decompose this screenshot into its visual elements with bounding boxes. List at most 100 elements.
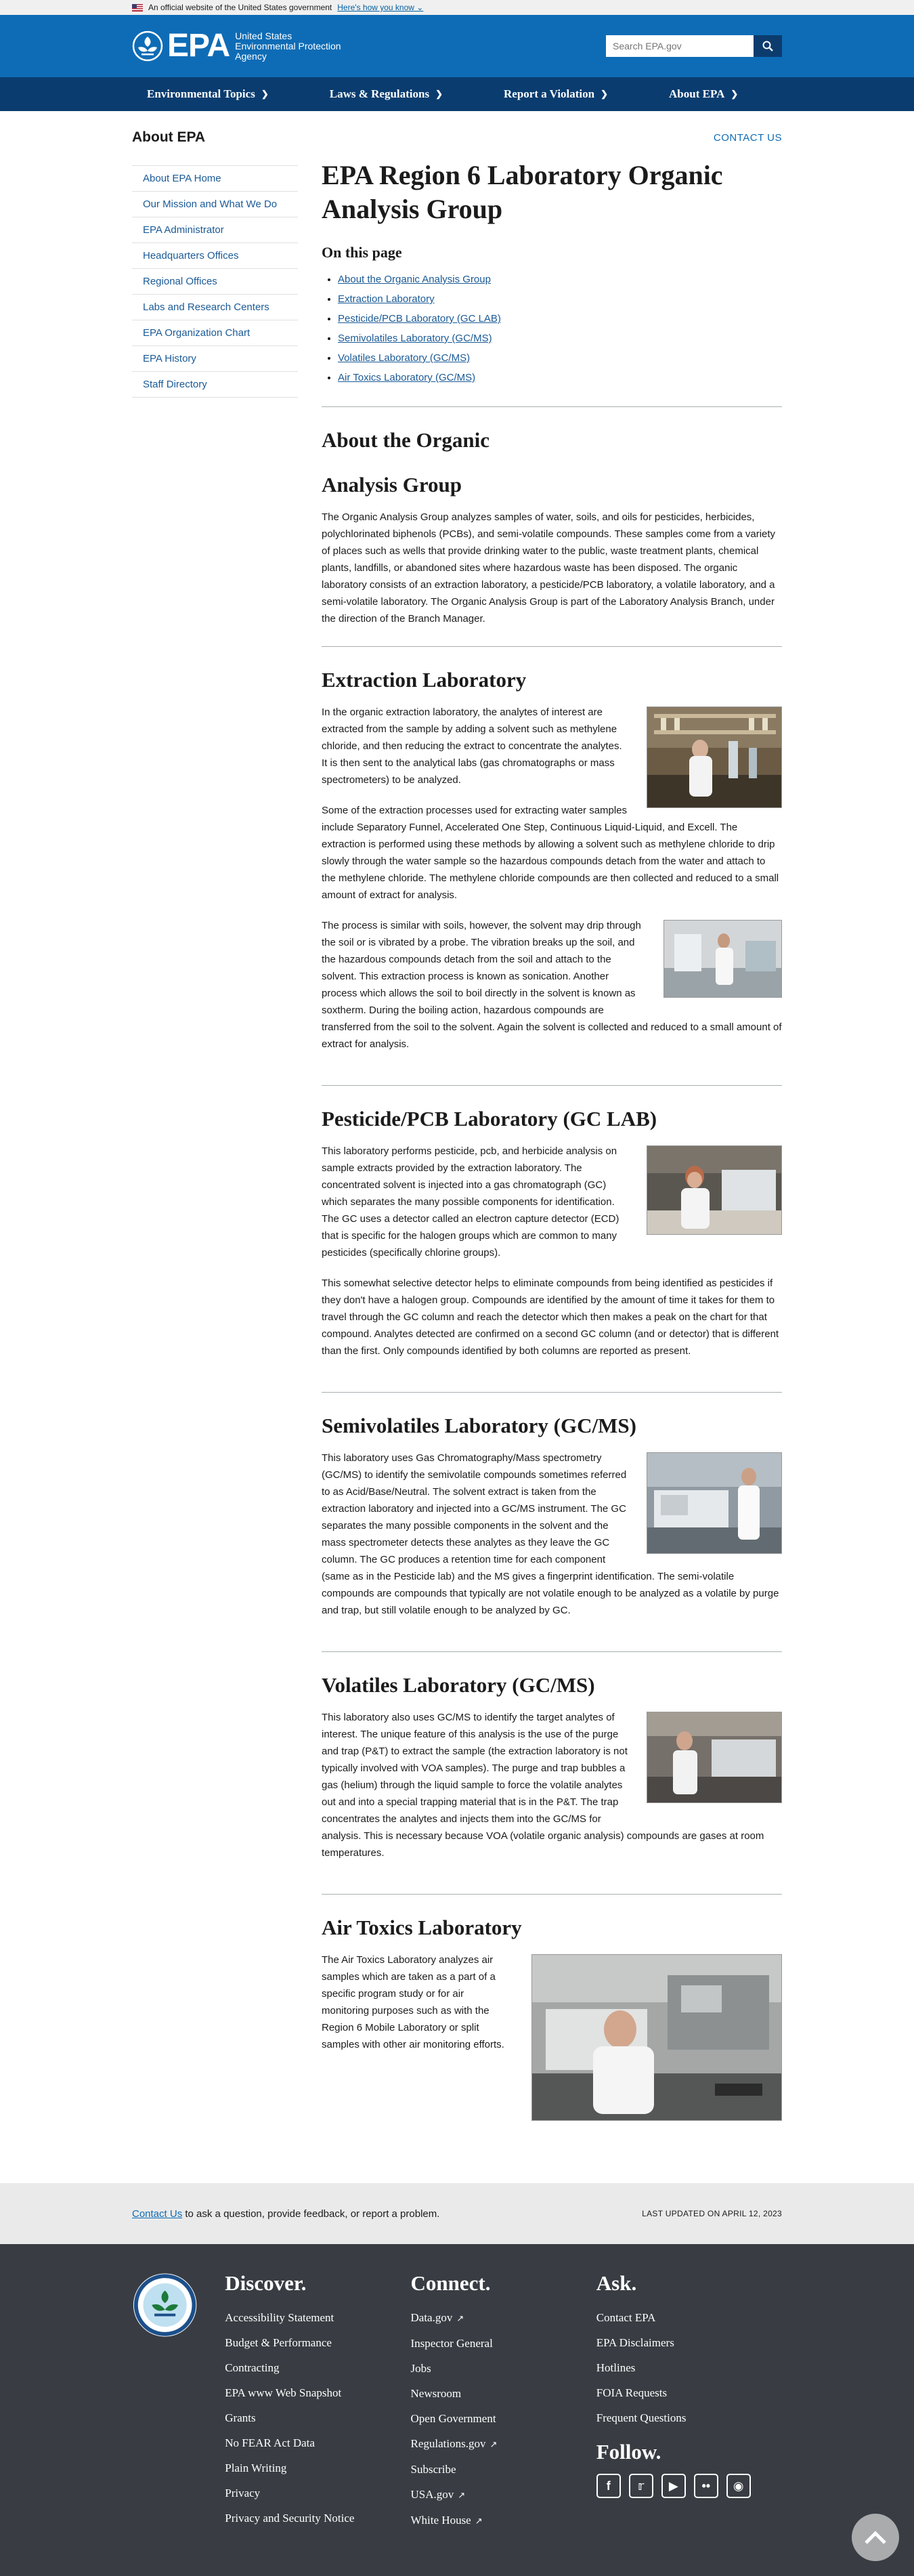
air-toxics-heading: Air Toxics Laboratory [322, 1916, 522, 1939]
toc-link-semivolatiles[interactable]: Semivolatiles Laboratory (GC/MS) [338, 333, 492, 344]
sidebar-item-administrator[interactable]: EPA Administrator [132, 217, 298, 243]
footer-link-regulations-gov[interactable]: Regulations.gov ↗ [411, 2431, 596, 2457]
youtube-icon[interactable]: ▶ [661, 2474, 686, 2498]
toc-link-about[interactable]: About the Organic Analysis Group [338, 274, 491, 285]
page-title: EPA Region 6 Laboratory Organic Analysis… [322, 160, 723, 224]
sidebar-item-staff-directory[interactable]: Staff Directory [132, 372, 298, 398]
epa-seal-icon[interactable] [132, 2271, 198, 2339]
divider [322, 1085, 782, 1086]
sidebar-item-headquarters[interactable]: Headquarters Offices [132, 243, 298, 269]
on-this-page-list: About the Organic Analysis Group Extract… [322, 270, 782, 387]
divider [322, 1651, 782, 1652]
nav-report-violation[interactable]: Report a Violation ❯ [489, 87, 623, 101]
divider [322, 1392, 782, 1393]
footer-link-no-fear[interactable]: No FEAR Act Data [225, 2430, 410, 2455]
divider [322, 646, 782, 647]
section-air-toxics: Air Toxics Laboratory The Air Toxics Lab… [322, 1915, 782, 2129]
site-footer: Discover. Accessibility Statement Budget… [0, 2244, 914, 2576]
search-button[interactable] [754, 35, 782, 57]
sidebar-item-labs[interactable]: Labs and Research Centers [132, 295, 298, 320]
search-input[interactable] [606, 35, 754, 57]
toc-link-air-toxics[interactable]: Air Toxics Laboratory (GC/MS) [338, 372, 475, 383]
footer-link-open-government[interactable]: Open Government [411, 2406, 596, 2431]
heres-how-you-know-link[interactable]: Here's how you know ⌄ [337, 3, 423, 12]
footer-link-grants[interactable]: Grants [225, 2405, 410, 2430]
back-to-top-button[interactable] [852, 2514, 899, 2561]
footer-link-contact-epa[interactable]: Contact EPA [596, 2305, 782, 2330]
footer-link-contracting[interactable]: Contracting [225, 2355, 410, 2380]
epa-wordmark: EPA [167, 28, 230, 64]
footer-link-newsroom[interactable]: Newsroom [411, 2381, 596, 2406]
footer-link-disclaimers[interactable]: EPA Disclaimers [596, 2330, 782, 2355]
flickr-icon[interactable]: •• [693, 2474, 718, 2498]
footer-link-privacy[interactable]: Privacy [225, 2480, 410, 2506]
footer-link-data-gov[interactable]: Data.gov ↗ [411, 2305, 596, 2331]
footer-link-white-house[interactable]: White House ↗ [411, 2508, 596, 2533]
nav-about-epa[interactable]: About EPA ❯ [654, 87, 753, 101]
footer-contact-us-link[interactable]: Contact Us [132, 2208, 182, 2220]
contact-us-link[interactable]: CONTACT US [714, 132, 782, 144]
footer-link-budget[interactable]: Budget & Performance [225, 2330, 410, 2355]
footer-link-foia[interactable]: FOIA Requests [596, 2380, 782, 2405]
site-header: EPA United States Environmental Protecti… [0, 15, 914, 77]
chevron-down-icon: ❯ [731, 89, 739, 99]
nav-environmental-topics[interactable]: Environmental Topics ❯ [132, 87, 284, 101]
nav-laws-regulations[interactable]: Laws & Regulations ❯ [315, 87, 458, 101]
footer-link-plain-writing[interactable]: Plain Writing [225, 2455, 410, 2480]
footer-connect-heading: Connect. [410, 2271, 491, 2295]
sidebar-item-regional-offices[interactable]: Regional Offices [132, 269, 298, 295]
footer-link-subscribe[interactable]: Subscribe [411, 2457, 596, 2482]
footer-connect: Connect. Data.gov ↗ Inspector General Job… [411, 2271, 596, 2533]
about-heading-line2: Analysis Group [322, 473, 462, 497]
toc-link-extraction[interactable]: Extraction Laboratory [338, 293, 435, 305]
footer-link-jobs[interactable]: Jobs [411, 2356, 596, 2381]
section-volatiles: Volatiles Laboratory (GC/MS) This labora… [322, 1672, 782, 1875]
instagram-icon[interactable]: ◉ [726, 2474, 751, 2498]
pesticide-heading: Pesticide/PCB Laboratory (GC LAB) [322, 1107, 657, 1131]
footer-link-faq[interactable]: Frequent Questions [596, 2405, 782, 2430]
twitter-icon[interactable]: 𝕣 [628, 2474, 653, 2498]
epa-logo[interactable]: EPA United States Environmental Protecti… [132, 30, 341, 62]
external-link-icon: ↗ [458, 2490, 466, 2500]
footer-link-web-snapshot[interactable]: EPA www Web Snapshot [225, 2380, 410, 2405]
chevron-down-icon: ❯ [435, 89, 443, 99]
footer-ask: Ask. Contact EPA EPA Disclaimers Hotline… [596, 2271, 782, 2533]
footer-link-hotlines[interactable]: Hotlines [596, 2355, 782, 2380]
extraction-lab-photo [647, 706, 782, 808]
us-flag-icon [132, 3, 143, 12]
footer-ask-heading: Ask. [596, 2271, 637, 2295]
about-paragraph: The Organic Analysis Group analyzes samp… [322, 511, 776, 625]
main-content: EPA Region 6 Laboratory Organic Analysis… [322, 159, 782, 2129]
toc-link-volatiles[interactable]: Volatiles Laboratory (GC/MS) [338, 352, 470, 364]
chevron-down-icon: ❯ [261, 89, 269, 99]
sidebar-item-about-epa-home[interactable]: About EPA Home [132, 165, 298, 192]
section-title: About EPA [132, 129, 206, 145]
social-links: f 𝕣 ▶ •• ◉ [596, 2474, 782, 2498]
extraction-paragraph-2: Some of the extraction processes used fo… [322, 805, 779, 901]
footer-link-usa-gov[interactable]: USA.gov ↗ [411, 2482, 596, 2508]
about-heading-line1: About the Organic [322, 428, 489, 452]
section-pesticide: Pesticide/PCB Laboratory (GC LAB) This l… [322, 1106, 782, 1373]
footer-link-accessibility[interactable]: Accessibility Statement [225, 2305, 410, 2330]
section-about: About the Organic Analysis Group The Org… [322, 427, 782, 627]
external-link-icon: ↗ [475, 2516, 483, 2526]
toc-link-pesticide[interactable]: Pesticide/PCB Laboratory (GC LAB) [338, 313, 501, 324]
section-semivolatiles: Semivolatiles Laboratory (GC/MS) This la… [322, 1413, 782, 1632]
pesticide-lab-photo [647, 1145, 782, 1235]
section-extraction: Extraction Laboratory In the organic ext… [322, 667, 782, 1066]
volatiles-lab-photo [647, 1712, 782, 1803]
facebook-icon[interactable]: f [596, 2474, 621, 2498]
footer-link-inspector-general[interactable]: Inspector General [411, 2331, 596, 2356]
footer-link-privacy-security[interactable]: Privacy and Security Notice [225, 2506, 360, 2525]
sidebar-item-org-chart[interactable]: EPA Organization Chart [132, 320, 298, 346]
soil-extraction-photo [663, 920, 782, 998]
search-icon [762, 41, 773, 51]
footer-discover-heading: Discover. [225, 2271, 307, 2295]
chevron-up-icon [865, 2531, 886, 2544]
gov-banner: An official website of the United States… [0, 0, 914, 15]
sidebar-nav: About EPA Home Our Mission and What We D… [132, 165, 298, 2129]
sidebar-item-history[interactable]: EPA History [132, 346, 298, 372]
sidebar-item-mission[interactable]: Our Mission and What We Do [132, 192, 298, 217]
agency-name: United States Environmental Protection A… [235, 30, 341, 62]
external-link-icon: ↗ [489, 2439, 498, 2449]
